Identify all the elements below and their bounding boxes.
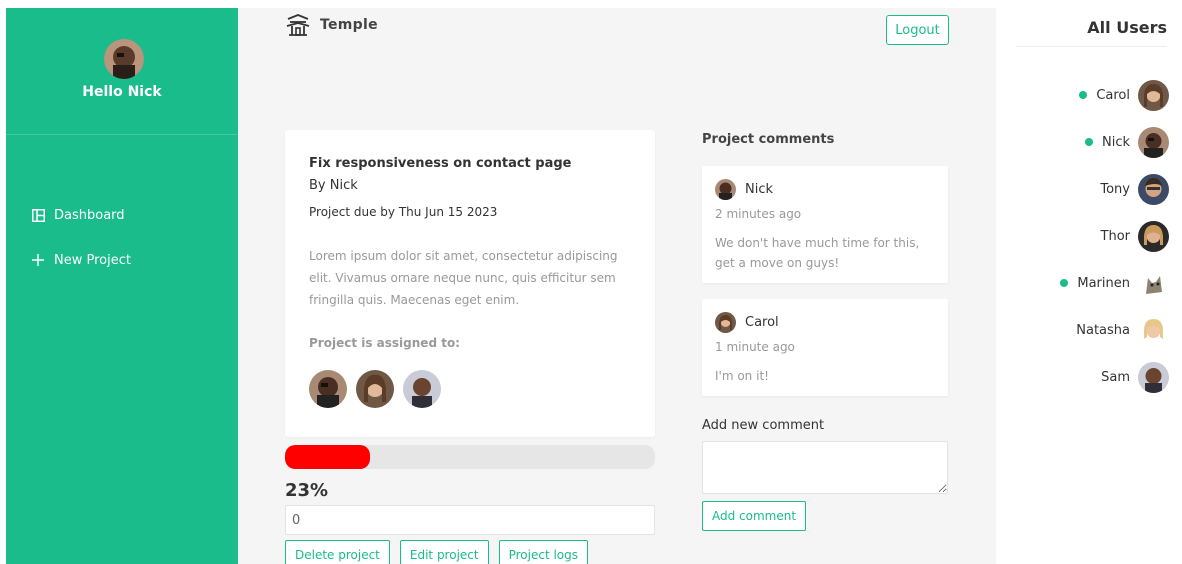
online-indicator [1060, 279, 1069, 287]
user-item-marinen[interactable]: Marinen [1060, 267, 1169, 299]
progress-input[interactable] [285, 505, 655, 535]
user-item-sam[interactable]: Sam [1101, 361, 1169, 393]
comment-text: I'm on it! [715, 369, 769, 383]
user-name: Natasha [1076, 322, 1130, 338]
progress-percent: 23% [285, 480, 329, 501]
sidebar-item-dashboard[interactable]: Dashboard [31, 204, 131, 226]
sidebar-nav: Dashboard New Project [31, 204, 131, 294]
sidebar-divider [6, 134, 238, 135]
project-actions: Delete project Edit project Project logs [285, 540, 598, 564]
project-logs-button[interactable]: Project logs [498, 540, 589, 564]
user-name: Sam [1101, 369, 1130, 385]
user-avatar [1138, 79, 1169, 111]
project-description: Lorem ipsum dolor sit amet, consectetur … [309, 249, 618, 307]
main-content: Temple Logout Fix responsiveness on cont… [238, 8, 996, 564]
assigned-label: Project is assigned to: [309, 336, 460, 350]
comment-avatar [715, 312, 736, 333]
delete-project-button[interactable]: Delete project [285, 540, 390, 564]
assignee-avatar[interactable] [309, 370, 347, 408]
project-card: Fix responsiveness on contact page By Ni… [285, 130, 655, 437]
edit-project-button[interactable]: Edit project [399, 540, 489, 564]
assignee-avatar[interactable] [403, 370, 441, 408]
comment-avatar [715, 179, 736, 200]
user-item-thor[interactable]: Thor [1101, 220, 1169, 252]
user-avatar [1138, 173, 1169, 205]
users-title: All Users [1087, 18, 1167, 37]
comments-heading: Project comments [702, 132, 835, 147]
current-user-avatar [104, 39, 144, 79]
comment-textarea[interactable] [702, 441, 948, 494]
user-avatar [1138, 314, 1169, 346]
greeting: Hello Nick [82, 84, 162, 100]
progress-fill [285, 445, 371, 469]
comment-time: 2 minutes ago [715, 207, 802, 221]
user-avatar [1138, 220, 1169, 252]
dashboard-icon [31, 208, 45, 222]
temple-icon [286, 14, 310, 36]
comment-time: 1 minute ago [715, 340, 795, 354]
online-indicator [1084, 138, 1093, 146]
user-avatar [1138, 267, 1169, 299]
project-author: By Nick [309, 178, 358, 193]
user-item-natasha[interactable]: Natasha [1076, 314, 1169, 346]
user-item-tony[interactable]: Tony [1100, 173, 1169, 205]
user-item-nick[interactable]: Nick [1084, 126, 1169, 158]
project-title: Fix responsiveness on contact page [309, 156, 572, 171]
comment-card: Carol 1 minute ago I'm on it! [702, 299, 948, 396]
user-avatar [1138, 126, 1169, 158]
assignee-avatar[interactable] [356, 370, 394, 408]
comment-author: Carol [745, 315, 779, 330]
users-divider [1016, 46, 1167, 47]
comment-header: Carol [715, 312, 779, 333]
plus-icon [31, 253, 45, 267]
brand: Temple [286, 14, 378, 36]
progress-bar [285, 445, 655, 469]
sidebar-item-label: Dashboard [54, 207, 125, 223]
project-due-date: Project due by Thu Jun 15 2023 [309, 205, 498, 219]
sidebar-item-new-project[interactable]: New Project [31, 249, 131, 271]
assignee-list [309, 370, 450, 408]
user-name: Tony [1100, 181, 1130, 197]
online-indicator [1079, 91, 1088, 99]
user-item-carol[interactable]: Carol [1079, 79, 1169, 111]
sidebar-item-label: New Project [54, 252, 131, 268]
user-avatar [1138, 361, 1169, 393]
add-comment-label: Add new comment [702, 418, 825, 433]
user-name: Marinen [1077, 275, 1130, 291]
comment-text: We don't have much time for this, get a … [715, 236, 920, 270]
add-comment-button[interactable]: Add comment [702, 501, 807, 531]
user-name: Nick [1101, 134, 1130, 150]
user-name: Thor [1100, 228, 1130, 244]
logout-button[interactable]: Logout [886, 15, 949, 45]
app-title: Temple [320, 17, 378, 33]
comment-header: Nick [715, 179, 773, 200]
comment-card: Nick 2 minutes ago We don't have much ti… [702, 166, 948, 283]
user-name: Carol [1096, 87, 1130, 103]
comment-author: Nick [745, 182, 774, 197]
users-panel: All Users Carol Nick Tony Thor Marinen N… [996, 0, 1182, 564]
sidebar: Hello Nick Dashboard New Project [6, 8, 238, 564]
